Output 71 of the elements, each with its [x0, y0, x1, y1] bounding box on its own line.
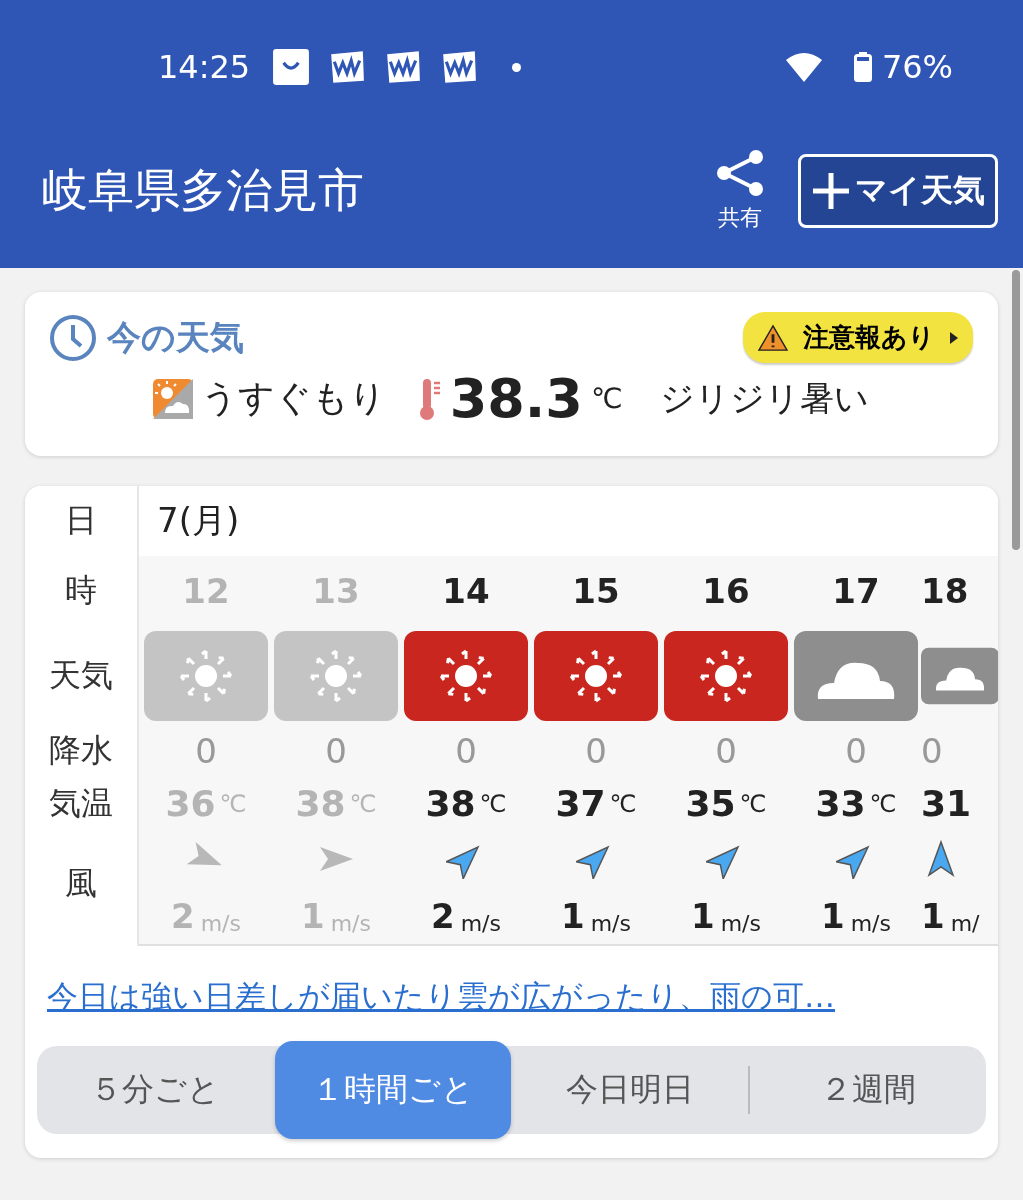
- hour-cell-text: 17: [832, 570, 880, 613]
- precipitation-cell-text: 0: [921, 730, 943, 773]
- row-label: 降水: [48, 730, 114, 771]
- plus-icon: [811, 171, 851, 211]
- wind-speed-cell-text: 1 m/s: [301, 895, 371, 938]
- precipitation-cell-text: 0: [585, 730, 607, 773]
- clock-icon: [49, 313, 97, 362]
- precipitation-cell-text: 0: [195, 730, 217, 773]
- app-logo-icon: [328, 48, 367, 86]
- sun-cloud-icon: [152, 378, 193, 419]
- wind-speed-cell-text: 1 m/: [921, 895, 980, 938]
- sun-icon: [404, 631, 528, 721]
- hour-cell-text: 16: [702, 570, 750, 613]
- hour-cell-text: 18: [921, 570, 969, 613]
- thermometer-icon: [417, 376, 442, 421]
- precipitation-cell-text: 0: [325, 730, 347, 773]
- status-time: 14:25: [158, 48, 251, 86]
- hour-cell-text: 14: [442, 570, 490, 613]
- period-tab[interactable]: ５分ごと: [37, 1046, 273, 1134]
- sun-icon: [144, 631, 268, 721]
- precipitation-cell-text: 0: [845, 730, 867, 773]
- sun-icon: [274, 631, 398, 721]
- row-label: 天気: [48, 655, 114, 696]
- temperature-cell-text: 38℃: [425, 782, 507, 826]
- notification-dot-icon: [512, 62, 522, 72]
- cloud-icon: [794, 631, 918, 721]
- temperature-cell-text: 38℃: [295, 782, 377, 826]
- period-tab[interactable]: １時間ごと: [274, 1041, 511, 1139]
- row-label: 風: [64, 862, 98, 904]
- feel-description: ジリジリ暑い: [660, 376, 870, 420]
- row-label: 日: [64, 500, 98, 541]
- current-temperature: 38.3: [449, 367, 583, 430]
- period-tab[interactable]: ２週間: [750, 1046, 986, 1134]
- alert-button[interactable]: 注意報あり: [743, 312, 973, 363]
- current-weather-heading: 今の天気: [107, 315, 244, 359]
- wind-speed-cell-text: 2 m/s: [171, 895, 241, 938]
- hour-cell-text: 12: [182, 570, 230, 613]
- sun-icon: [534, 631, 658, 721]
- hour-cell-text: 13: [312, 570, 360, 613]
- app-logo-icon: [440, 48, 479, 86]
- precipitation-cell-text: 0: [455, 730, 477, 773]
- wind-speed-cell-text: 1 m/s: [561, 895, 631, 938]
- row-label: 時: [64, 570, 98, 611]
- battery-percent: 76%: [881, 48, 953, 86]
- caret-icon: [949, 330, 959, 345]
- wifi-icon: [785, 52, 822, 82]
- row-label: 気温: [48, 782, 114, 824]
- wind-speed-cell-text: 1 m/s: [821, 895, 891, 938]
- date-label: 7(月): [157, 499, 240, 542]
- hour-cell-text: 15: [572, 570, 620, 613]
- temperature-cell-text: 33℃: [815, 782, 897, 826]
- temperature-cell-text: 37℃: [555, 782, 637, 826]
- temperature-cell-text: 36℃: [165, 782, 247, 826]
- wind-speed-cell-text: 1 m/s: [691, 895, 761, 938]
- scrollbar[interactable]: [1012, 270, 1020, 550]
- precipitation-cell-text: 0: [715, 730, 737, 773]
- temperature-cell-text: 31: [921, 782, 972, 826]
- shopping-bag-icon: [272, 48, 311, 86]
- city-title: 岐阜県多治見市: [42, 162, 364, 219]
- app-logo-icon: [384, 48, 423, 86]
- wind-speed-cell-text: 2 m/s: [431, 895, 501, 938]
- forecast-summary-link[interactable]: 今日は強い日差しが届いたり雲が広がったり、雨の可…: [47, 978, 835, 1014]
- warning-icon: [757, 323, 789, 352]
- period-tab[interactable]: 今日明日: [512, 1046, 749, 1134]
- add-my-weather-button[interactable]: マイ天気: [798, 154, 998, 228]
- temperature-cell-text: 35℃: [685, 782, 767, 826]
- temperature-unit: ℃: [590, 382, 623, 415]
- weather-condition: うすぐもり: [200, 376, 386, 420]
- battery-icon: [853, 52, 872, 82]
- sun-icon: [664, 631, 788, 721]
- share-button[interactable]: 共有: [712, 149, 768, 233]
